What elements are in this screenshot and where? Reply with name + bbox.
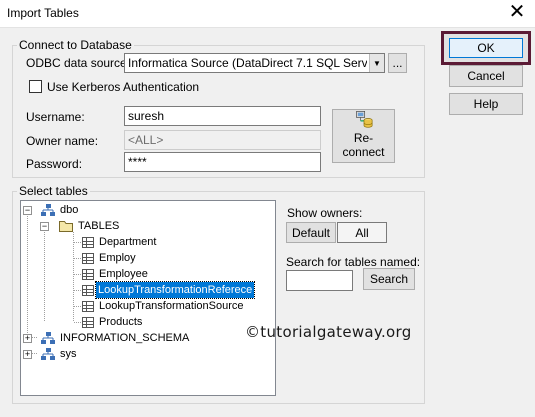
ok-button[interactable]: OK: [441, 31, 531, 65]
kerberos-label: Use Kerberos Authentication: [47, 80, 200, 94]
tree-label-table: Products: [99, 316, 143, 328]
username-input[interactable]: suresh: [124, 106, 321, 126]
chevron-down-icon[interactable]: ▼: [369, 54, 384, 72]
reconnect-label: Re-connect: [342, 131, 385, 159]
import-tables-dialog: Import Tables ✕ Connect to Database ODBC…: [0, 0, 535, 417]
schema-icon: [41, 204, 55, 216]
folder-icon: [59, 221, 73, 232]
close-icon[interactable]: ✕: [503, 2, 531, 24]
ok-label: OK: [449, 38, 523, 58]
table-icon: [82, 301, 94, 312]
tables-tree[interactable]: − dbo − TABLES Department Employ Employe…: [20, 200, 276, 396]
tree-label-table: LookupTransformationSource: [99, 300, 244, 312]
show-owners-label: Show owners:: [287, 206, 363, 220]
connect-group-legend: Connect to Database: [19, 38, 132, 52]
table-icon: [82, 253, 94, 264]
tree-label-table: Department: [99, 236, 157, 248]
tree-connector: [74, 242, 81, 243]
odbc-data-source-value: Informatica Source (DataDirect 7.1 SQL S…: [128, 56, 367, 70]
owner-name-label: Owner name:: [26, 134, 99, 148]
expand-icon[interactable]: +: [23, 350, 32, 359]
tree-connector: [27, 211, 28, 341]
tree-connector: [74, 306, 81, 307]
expand-icon[interactable]: +: [23, 334, 32, 343]
search-tables-label: Search for tables named:: [286, 255, 421, 269]
tree-label-table: Employee: [99, 268, 148, 280]
tree-label-dbo: dbo: [60, 204, 79, 216]
tree-connector: [74, 322, 81, 323]
odbc-data-source-select[interactable]: Informatica Source (DataDirect 7.1 SQL S…: [124, 53, 385, 73]
all-owners-button[interactable]: All: [337, 222, 387, 243]
owner-name-input: <ALL>: [124, 130, 321, 150]
table-icon: [82, 237, 94, 248]
window-title: Import Tables: [7, 6, 79, 20]
tree-connector: [44, 227, 45, 321]
browse-odbc-button[interactable]: ...: [388, 53, 407, 73]
tree-connector: [74, 290, 81, 291]
search-button[interactable]: Search: [363, 268, 415, 290]
default-owners-button[interactable]: Default: [286, 222, 336, 243]
tree-label-sys: sys: [60, 348, 77, 360]
tree-label-tables: TABLES: [78, 220, 120, 232]
tree-connector: [74, 258, 81, 259]
username-label: Username:: [26, 110, 85, 124]
tree-label-table: Employ: [99, 252, 136, 264]
cancel-button[interactable]: Cancel: [449, 65, 523, 87]
tree-label-table: LookupTransformationReferece: [94, 281, 256, 299]
kerberos-checkbox[interactable]: [29, 80, 42, 93]
select-tables-legend: Select tables: [19, 184, 88, 198]
password-input[interactable]: ****: [124, 152, 321, 172]
help-button[interactable]: Help: [449, 93, 523, 115]
odbc-data-source-label: ODBC data source:: [26, 56, 131, 70]
collapse-icon[interactable]: −: [40, 222, 49, 231]
schema-icon: [41, 348, 55, 360]
watermark: ©tutorialgateway.org: [245, 323, 412, 341]
schema-icon: [41, 332, 55, 344]
table-icon: [82, 269, 94, 280]
password-label: Password:: [26, 157, 83, 171]
table-icon: [82, 317, 94, 328]
title-bar: Import Tables ✕: [0, 0, 535, 28]
database-connect-icon: [355, 111, 372, 128]
tree-connector: [74, 274, 81, 275]
reconnect-button[interactable]: Re-connect: [332, 109, 395, 163]
search-tables-input[interactable]: [286, 270, 353, 291]
tree-connector: [73, 232, 74, 321]
table-icon: [82, 285, 94, 296]
tree-label-information-schema: INFORMATION_SCHEMA: [60, 332, 190, 344]
collapse-icon[interactable]: −: [23, 206, 32, 215]
